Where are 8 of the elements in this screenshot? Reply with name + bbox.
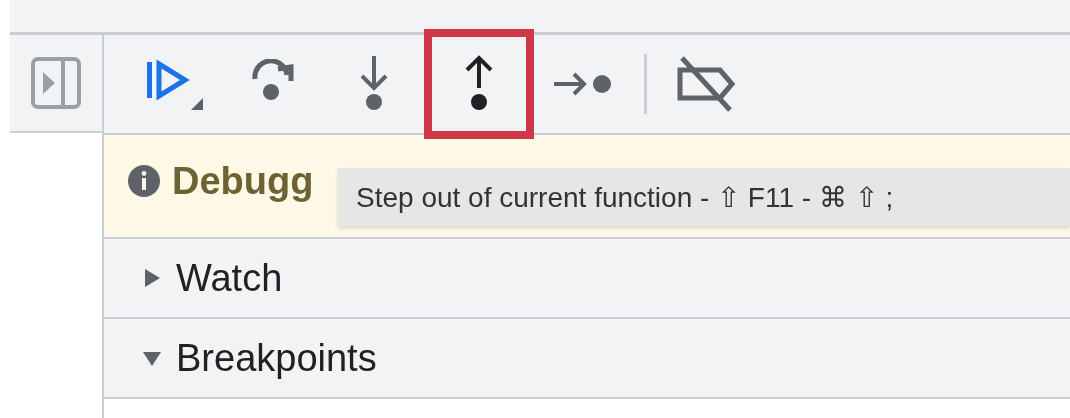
deactivate-breakpoints-icon (676, 56, 738, 112)
section-header[interactable]: Watch (104, 239, 1070, 319)
info-icon (128, 165, 160, 197)
tooltip-text: Step out of current function - ⇧ F11 - ⌘ ⇧ ; (356, 180, 894, 214)
section-header[interactable]: Breakpoints (104, 319, 1070, 399)
sidebar-toggle-icon[interactable] (31, 57, 81, 109)
banner-text: Debugg (172, 159, 314, 203)
highlighted-toolbar-button[interactable] (424, 29, 534, 139)
